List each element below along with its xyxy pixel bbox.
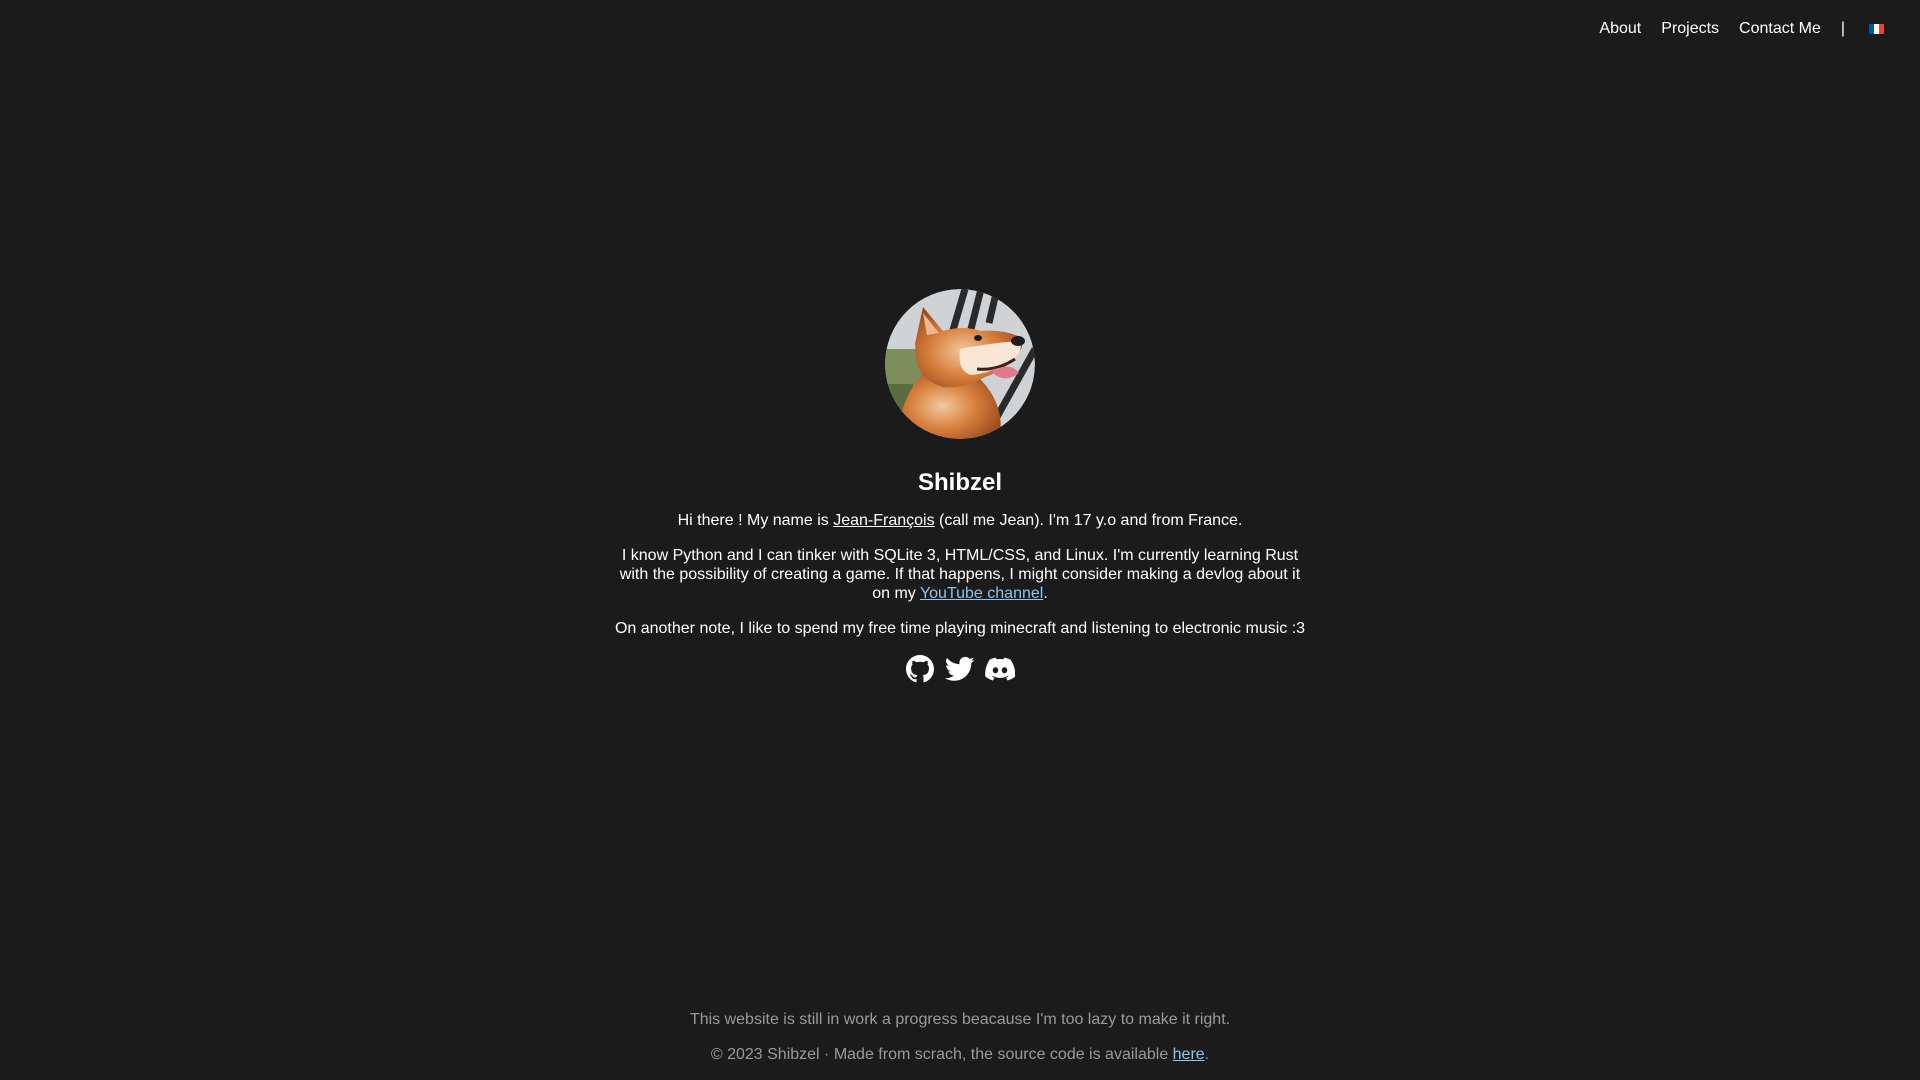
skills-text-after: .: [1043, 585, 1048, 602]
twitter-icon[interactable]: [945, 654, 975, 684]
github-icon[interactable]: [905, 654, 935, 684]
hobbies-paragraph: On another note, I like to spend my free…: [614, 620, 1306, 637]
footer-copyright: © 2023 Shibzel · Made from scrach, the s…: [0, 1045, 1920, 1065]
source-code-link[interactable]: here: [1173, 1046, 1205, 1063]
intro-text-after: (call me Jean). I'm 17 y.o and from Fran…: [934, 512, 1243, 529]
social-links: [905, 654, 1015, 684]
page: About Projects Contact Me | Shibzel Hi t…: [0, 0, 1920, 1080]
footer-notice: This website is still in work a progress…: [689, 1011, 1231, 1028]
profile-section: Shibzel Hi there ! My name is Jean-Franç…: [0, 289, 1920, 684]
youtube-channel-link[interactable]: YouTube channel: [920, 585, 1043, 602]
top-nav: About Projects Contact Me |: [1579, 19, 1884, 39]
copyright-text-after: .: [1204, 1046, 1210, 1063]
nav-about-link[interactable]: About: [1599, 19, 1641, 39]
nav-separator: |: [1840, 20, 1845, 37]
flag-france-icon[interactable]: [1869, 24, 1884, 34]
shiba-inu-avatar: [885, 289, 1035, 439]
nav-contact-link[interactable]: Contact Me: [1739, 19, 1821, 39]
discord-icon[interactable]: [985, 654, 1015, 684]
nav-projects-link[interactable]: Projects: [1661, 19, 1719, 39]
skills-paragraph: I know Python and I can tinker with SQLi…: [615, 546, 1305, 603]
intro-text-before: Hi there ! My name is: [677, 512, 834, 529]
profile-name: Shibzel: [917, 469, 1002, 496]
copyright-text-before: © 2023 Shibzel · Made from scrach, the s…: [710, 1046, 1173, 1063]
real-name-link[interactable]: Jean-François: [833, 512, 934, 529]
intro-paragraph: Hi there ! My name is Jean-François (cal…: [678, 511, 1243, 530]
